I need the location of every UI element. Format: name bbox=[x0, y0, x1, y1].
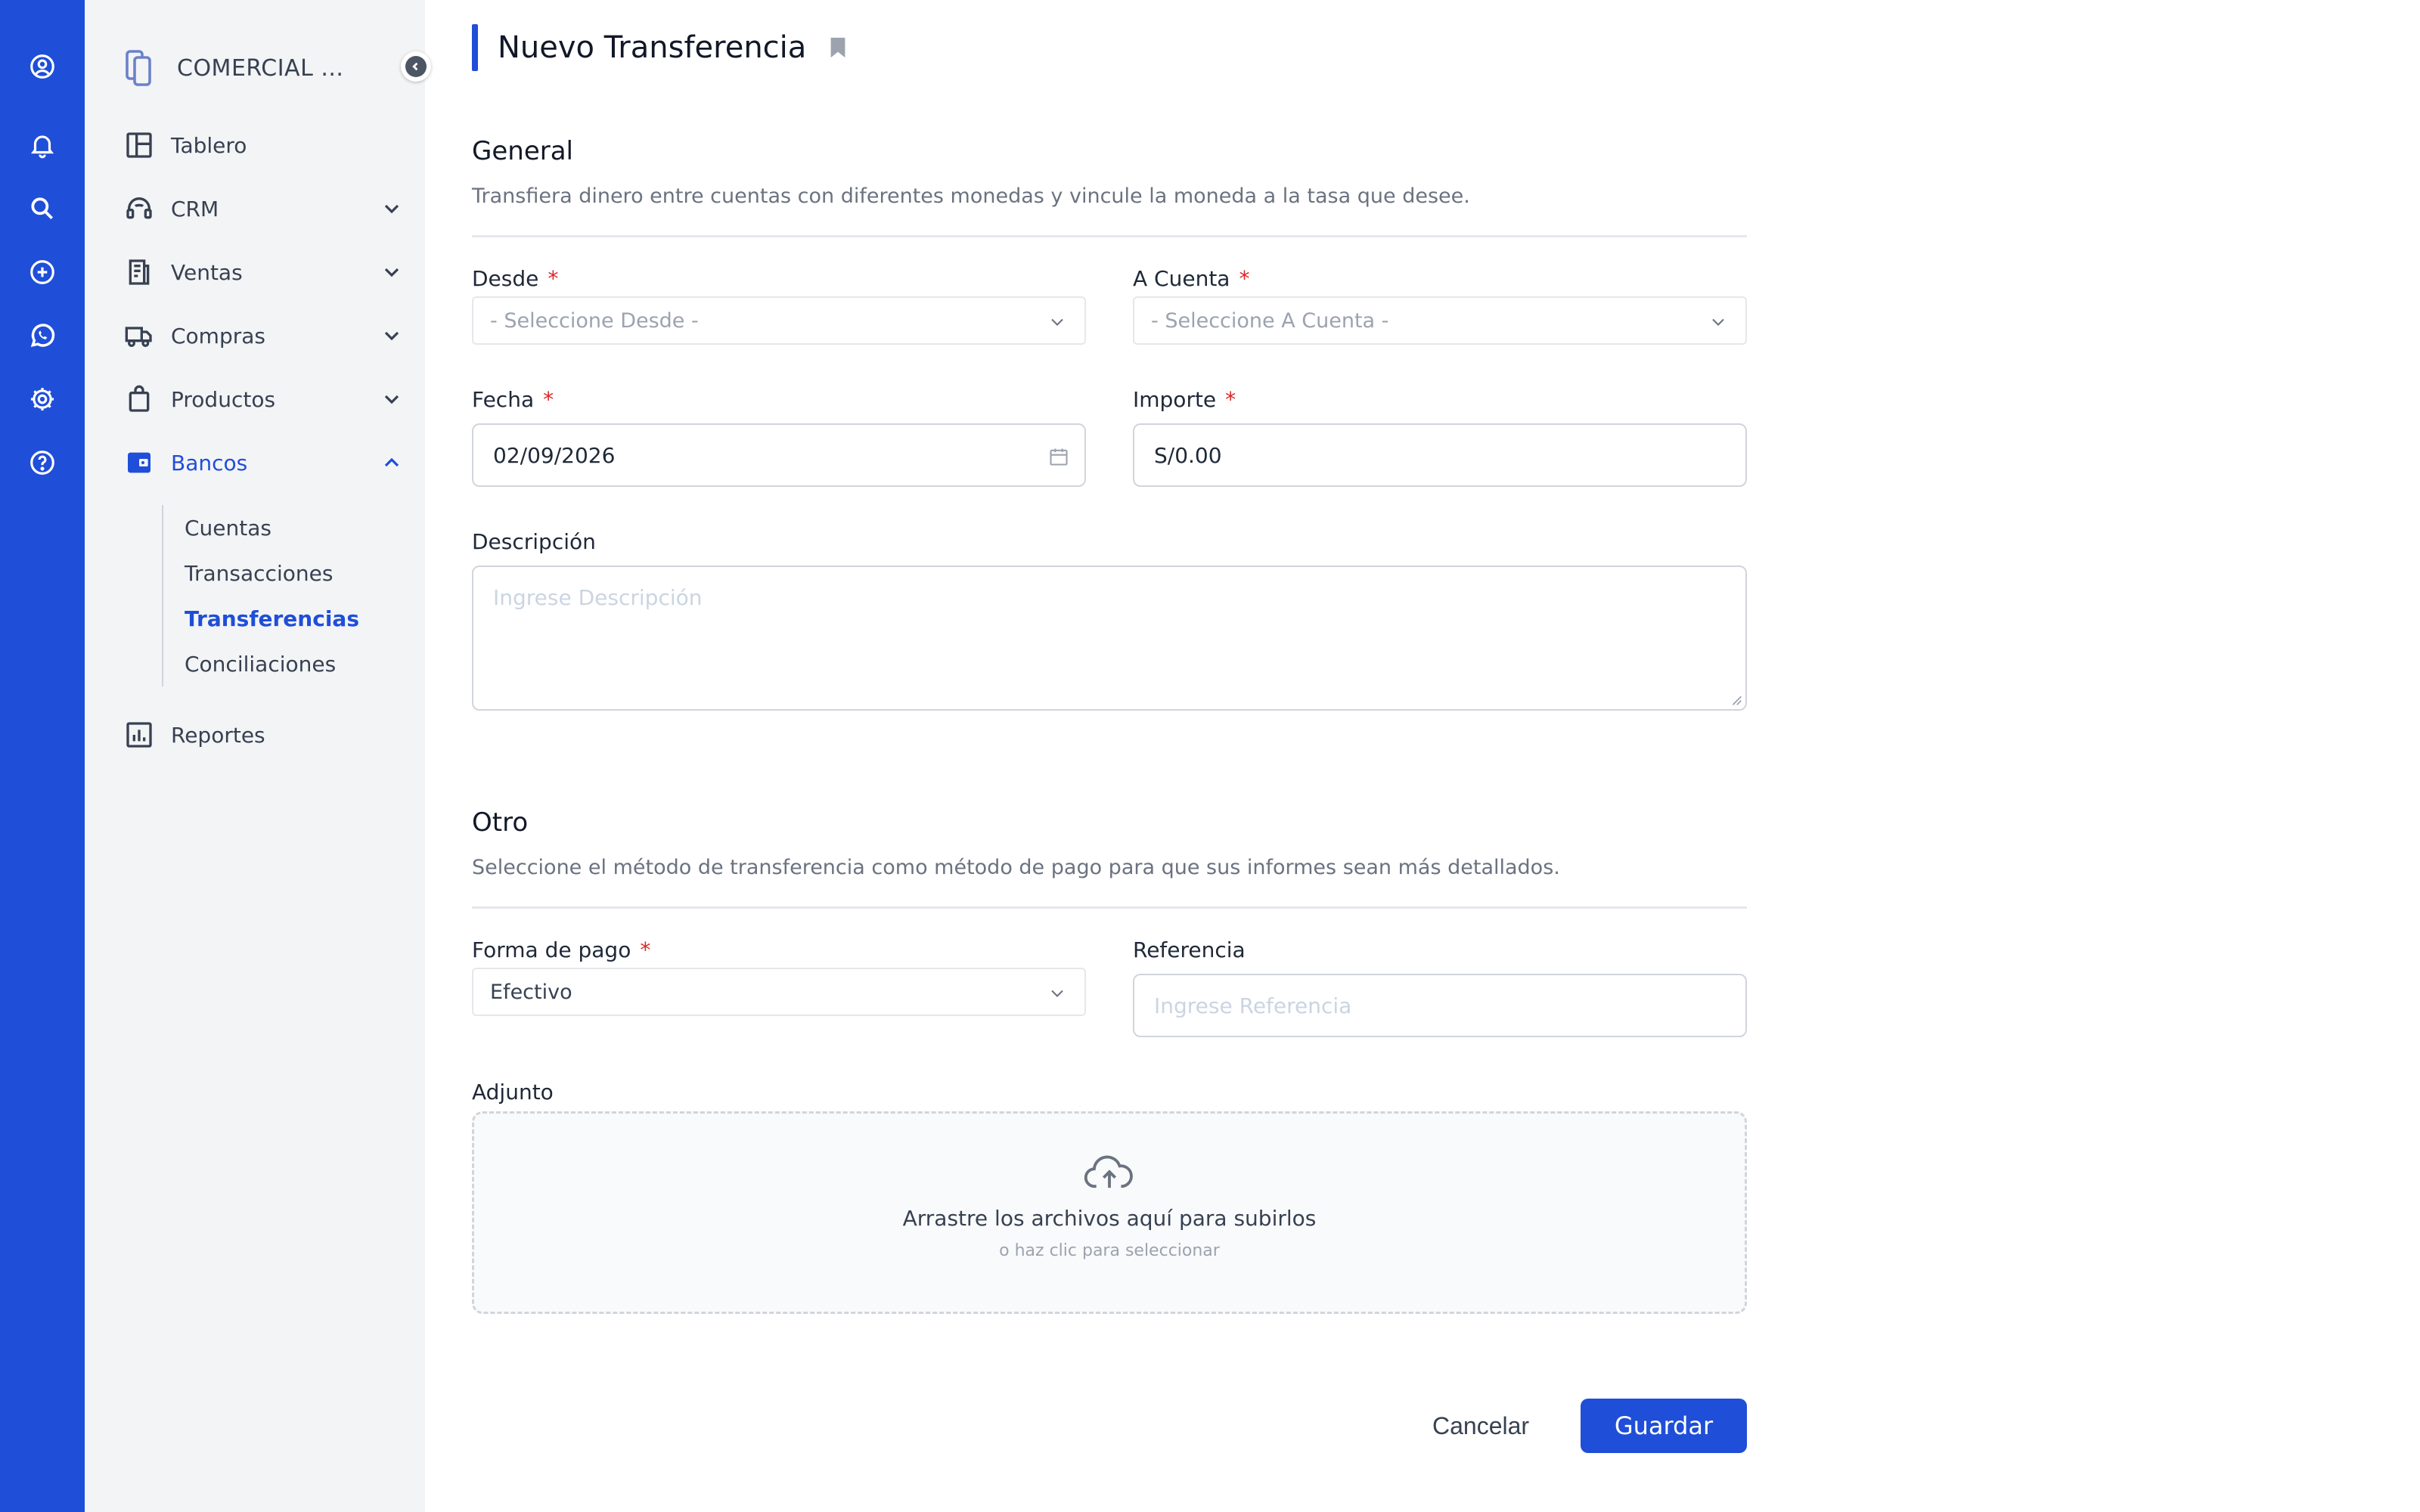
company-icon bbox=[126, 50, 151, 86]
bell-icon[interactable] bbox=[27, 130, 57, 160]
dashboard-icon bbox=[123, 129, 156, 162]
required-mark: * bbox=[543, 387, 554, 412]
payment-method-value: Efectivo bbox=[490, 980, 572, 1004]
sidebar-item-bancos[interactable]: Bancos bbox=[123, 440, 410, 485]
chevron-down-icon bbox=[384, 331, 399, 341]
sidebar-item-crm[interactable]: CRM bbox=[123, 186, 410, 231]
dropzone-text: Arrastre los archivos aquí para subirlos bbox=[902, 1206, 1317, 1231]
chevron-up-icon bbox=[384, 457, 399, 467]
whatsapp-icon[interactable] bbox=[27, 321, 57, 351]
sidebar-item-label: Productos bbox=[171, 386, 276, 412]
divider bbox=[472, 906, 1747, 909]
sidebar-item-reportes[interactable]: Reportes bbox=[123, 712, 410, 758]
search-icon[interactable] bbox=[27, 194, 57, 224]
dropzone-subtext: o haz clic para seleccionar bbox=[999, 1241, 1220, 1260]
required-mark: * bbox=[1225, 387, 1236, 412]
amount-label: Importe * bbox=[1133, 387, 1236, 412]
bookmark-icon[interactable] bbox=[829, 36, 847, 59]
required-mark: * bbox=[640, 937, 651, 962]
sidebar-subitem-transferencias[interactable]: Transferencias bbox=[163, 596, 389, 641]
sidebar-item-label: CRM bbox=[171, 196, 219, 222]
sidebar-subnav-bancos: Cuentas Transacciones Transferencias Con… bbox=[162, 505, 389, 686]
date-field-value: 02/09/2026 bbox=[493, 442, 616, 468]
sidebar-item-label: Bancos bbox=[171, 450, 248, 476]
sidebar-item-tablero[interactable]: Tablero bbox=[123, 122, 410, 168]
required-mark: * bbox=[548, 266, 559, 291]
chevron-down-icon bbox=[384, 395, 399, 404]
payment-method-select[interactable]: Efectivo bbox=[472, 968, 1086, 1016]
user-circle-icon[interactable] bbox=[27, 51, 57, 82]
from-label: Desde * bbox=[472, 266, 559, 291]
chevron-down-icon bbox=[1051, 318, 1063, 326]
amount-field-value: S/0.00 bbox=[1154, 442, 1222, 468]
bag-icon bbox=[123, 383, 156, 416]
title-accent bbox=[472, 24, 478, 71]
chart-icon bbox=[123, 718, 156, 751]
calendar-icon[interactable] bbox=[1048, 446, 1069, 467]
section-title-general: General bbox=[472, 136, 573, 166]
sidebar-item-label: Reportes bbox=[171, 722, 265, 748]
divider bbox=[472, 235, 1747, 237]
reference-placeholder: Ingrese Referencia bbox=[1154, 993, 1352, 1018]
sidebar-item-label: Compras bbox=[171, 323, 265, 349]
sidebar-item-label: Ventas bbox=[171, 259, 243, 285]
section-title-other: Otro bbox=[472, 807, 529, 838]
attachment-label: Adjunto bbox=[472, 1080, 554, 1105]
company-name: COMERCIAL ... bbox=[177, 54, 344, 82]
gear-icon[interactable] bbox=[27, 384, 57, 414]
to-account-select[interactable]: - Seleccione A Cuenta - bbox=[1133, 296, 1747, 345]
to-account-select-value: - Seleccione A Cuenta - bbox=[1151, 308, 1389, 333]
description-placeholder: Ingrese Descripción bbox=[493, 585, 703, 610]
required-mark: * bbox=[1239, 266, 1250, 291]
from-select-value: - Seleccione Desde - bbox=[490, 308, 699, 333]
sidebar-item-compras[interactable]: Compras bbox=[123, 313, 410, 358]
icon-rail bbox=[0, 0, 85, 1512]
section-description-general: Transfiera dinero entre cuentas con dife… bbox=[472, 184, 1470, 208]
date-field[interactable]: 02/09/2026 bbox=[472, 423, 1086, 487]
chevron-left-icon bbox=[412, 62, 418, 71]
amount-field[interactable]: S/0.00 bbox=[1133, 423, 1747, 487]
wallet-icon bbox=[123, 446, 156, 479]
sidebar-item-productos[interactable]: Productos bbox=[123, 376, 410, 422]
from-select[interactable]: - Seleccione Desde - bbox=[472, 296, 1086, 345]
company-switcher[interactable]: COMERCIAL ... bbox=[123, 45, 427, 91]
save-button[interactable]: Guardar bbox=[1581, 1399, 1747, 1453]
truck-icon bbox=[123, 319, 156, 352]
receipt-icon bbox=[123, 256, 156, 289]
chevron-down-icon bbox=[384, 268, 399, 277]
attachment-dropzone[interactable]: Arrastre los archivos aquí para subirlos… bbox=[472, 1111, 1747, 1314]
page-header: Nuevo Transferencia bbox=[472, 24, 847, 71]
page-title: Nuevo Transferencia bbox=[498, 30, 807, 65]
main-content: Nuevo Transferencia General Transfiera d… bbox=[425, 0, 2420, 1512]
sidebar-subitem-transacciones[interactable]: Transacciones bbox=[163, 550, 389, 596]
to-account-label: A Cuenta * bbox=[1133, 266, 1250, 291]
description-textarea[interactable]: Ingrese Descripción bbox=[472, 565, 1747, 711]
sidebar-subitem-conciliaciones[interactable]: Conciliaciones bbox=[163, 641, 389, 686]
cancel-button[interactable]: Cancelar bbox=[1432, 1411, 1529, 1441]
sidebar-item-ventas[interactable]: Ventas bbox=[123, 249, 410, 295]
payment-method-label: Forma de pago * bbox=[472, 937, 651, 962]
section-description-other: Seleccione el método de transferencia co… bbox=[472, 856, 1560, 879]
headset-icon bbox=[123, 192, 156, 225]
sidebar-subitem-cuentas[interactable]: Cuentas bbox=[163, 505, 389, 550]
sidebar-item-label: Tablero bbox=[171, 132, 247, 158]
chevron-down-icon bbox=[1712, 318, 1724, 326]
description-label: Descripción bbox=[472, 529, 596, 554]
help-icon[interactable] bbox=[27, 448, 57, 478]
chevron-down-icon bbox=[384, 204, 399, 214]
resize-grip-icon[interactable] bbox=[1729, 692, 1742, 706]
chevron-down-icon bbox=[1051, 990, 1063, 997]
cloud-upload-icon bbox=[1084, 1155, 1133, 1188]
plus-circle-icon[interactable] bbox=[27, 257, 57, 287]
sidebar: COMERCIAL ... Tablero CRM Ventas Compras… bbox=[85, 0, 431, 1512]
reference-field[interactable]: Ingrese Referencia bbox=[1133, 974, 1747, 1037]
reference-label: Referencia bbox=[1133, 937, 1246, 962]
date-label: Fecha * bbox=[472, 387, 554, 412]
